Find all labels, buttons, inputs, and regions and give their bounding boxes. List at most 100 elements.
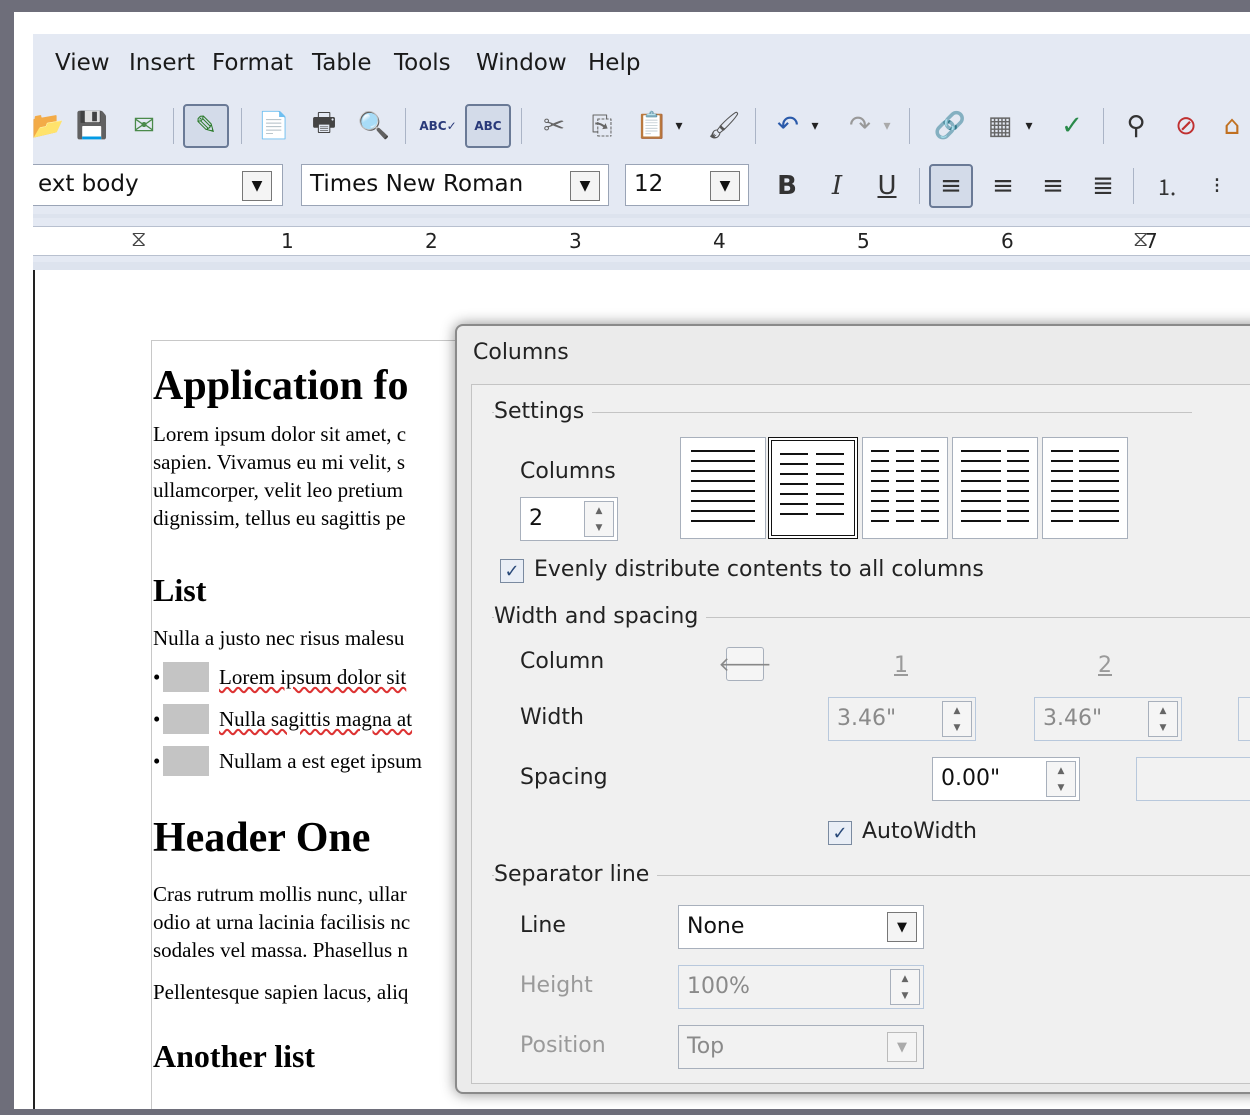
- layout-right-wide[interactable]: [1042, 437, 1128, 539]
- chevron-down-icon[interactable]: ▼: [887, 912, 917, 942]
- column-label: Column: [520, 649, 605, 674]
- spinner-arrows-icon[interactable]: ▲ ▼: [1148, 701, 1178, 737]
- layout-3-columns[interactable]: [862, 437, 948, 539]
- layout-1-column[interactable]: [680, 437, 766, 539]
- chevron-down-icon[interactable]: ▼: [710, 171, 740, 201]
- gallery-icon[interactable]: ⌂: [1209, 104, 1250, 148]
- spacing-label: Spacing: [520, 765, 608, 790]
- email-icon[interactable]: ✉: [121, 104, 167, 148]
- spacing-1-spinner[interactable]: 0.00" ▲ ▼: [932, 757, 1080, 801]
- menu-window[interactable]: Window: [476, 50, 567, 76]
- align-right-icon[interactable]: ≡: [1031, 164, 1075, 208]
- spacing-1-value: 0.00": [941, 766, 1001, 791]
- ruler-number: 6: [1001, 229, 1014, 253]
- save-icon[interactable]: 💾: [69, 104, 115, 148]
- redo-dropdown-icon[interactable]: ▾: [875, 104, 899, 148]
- doc-paragraph-line: sodales vel massa. Phasellus n: [153, 938, 408, 962]
- screenshot-frame: View Insert Format Table Tools Window He…: [14, 12, 1250, 1109]
- paragraph-style-value: ext body: [38, 171, 139, 197]
- numbering-icon[interactable]: ⒈: [1145, 164, 1189, 208]
- separator-group-label: Separator line: [494, 862, 658, 887]
- list-heading: List: [153, 572, 207, 608]
- width-spacing-group-label: Width and spacing: [494, 604, 707, 629]
- navigator-icon[interactable]: ⊘: [1163, 104, 1209, 148]
- line-style-dropdown[interactable]: None ▼: [678, 905, 924, 949]
- arrow-left-icon[interactable]: 🡐: [718, 647, 772, 681]
- open-icon[interactable]: 📂: [33, 104, 71, 148]
- ruler-number: 1: [281, 229, 294, 253]
- menu-format[interactable]: Format: [212, 50, 293, 76]
- layout-2-columns[interactable]: [768, 437, 858, 539]
- bold-icon[interactable]: B: [765, 164, 809, 208]
- chevron-down-icon[interactable]: ▼: [570, 171, 600, 201]
- spellcheck-icon[interactable]: ABC✓: [415, 104, 461, 148]
- autowidth-label: AutoWidth: [862, 819, 977, 844]
- another-list-heading: Another list: [153, 1038, 316, 1074]
- chevron-down-icon[interactable]: ▼: [242, 171, 272, 201]
- width-column-1-spinner[interactable]: 3.46" ▲ ▼: [828, 697, 976, 741]
- font-name-combo[interactable]: Times New Roman ▼: [301, 164, 609, 206]
- columns-count-value: 2: [529, 506, 543, 531]
- height-spinner[interactable]: 100% ▲ ▼: [678, 965, 924, 1009]
- print-preview-icon[interactable]: 🔍: [351, 104, 397, 148]
- formatting-toolbar: ext body ▼ Times New Roman ▼ 12 ▼ B I U …: [33, 156, 1250, 214]
- layout-left-wide[interactable]: [952, 437, 1038, 539]
- evenly-distribute-checkbox[interactable]: ✓: [500, 559, 524, 583]
- dialog-body: Settings Columns 2 ▲ ▼ ✓ Evenly distribu…: [471, 384, 1250, 1084]
- position-value: Top: [687, 1034, 725, 1059]
- width-label: Width: [520, 705, 584, 730]
- menu-insert[interactable]: Insert: [129, 50, 195, 76]
- edit-mode-icon[interactable]: ✎: [183, 104, 229, 148]
- bullets-icon[interactable]: ⁝: [1195, 164, 1239, 208]
- right-indent-marker-icon[interactable]: ⧖: [1133, 227, 1148, 252]
- spinner-arrows-icon[interactable]: ▲ ▼: [1046, 761, 1076, 797]
- doc-paragraph-line: sapien. Vivamus eu mi velit, s: [153, 450, 406, 474]
- paragraph-style-combo[interactable]: ext body ▼: [33, 164, 283, 206]
- left-indent-marker-icon[interactable]: ⧖: [131, 227, 146, 252]
- find-replace-icon[interactable]: ⚲: [1113, 104, 1159, 148]
- menu-view[interactable]: View: [55, 50, 110, 76]
- italic-icon[interactable]: I: [815, 164, 859, 208]
- table-dropdown-icon[interactable]: ▾: [1017, 104, 1041, 148]
- draw-functions-icon[interactable]: ✓: [1049, 104, 1095, 148]
- print-icon[interactable]: 🖶: [301, 104, 347, 148]
- align-left-icon[interactable]: ≡: [929, 164, 973, 208]
- paste-dropdown-icon[interactable]: ▾: [667, 104, 691, 148]
- line-label: Line: [520, 913, 566, 938]
- spinner-arrows-icon[interactable]: ▲ ▼: [584, 501, 614, 537]
- list-item: • Nullam a est eget ipsum: [153, 746, 422, 776]
- list-intro: Nulla a justo nec risus malesu: [153, 626, 405, 650]
- underline-icon[interactable]: U: [865, 164, 909, 208]
- autowidth-checkbox[interactable]: ✓: [828, 821, 852, 845]
- column-1-header: 1: [894, 653, 908, 678]
- width-column-3-spinner[interactable]: [1238, 697, 1250, 741]
- spacing-2-spinner[interactable]: [1136, 757, 1250, 801]
- width-column-2-spinner[interactable]: 3.46" ▲ ▼: [1034, 697, 1182, 741]
- export-pdf-icon[interactable]: 📄: [251, 104, 297, 148]
- settings-group-label: Settings: [494, 399, 593, 424]
- font-size-value: 12: [634, 171, 664, 197]
- height-label: Height: [520, 973, 593, 998]
- undo-dropdown-icon[interactable]: ▾: [803, 104, 827, 148]
- menu-table[interactable]: Table: [312, 50, 371, 76]
- font-size-combo[interactable]: 12 ▼: [625, 164, 749, 206]
- justify-icon[interactable]: ≣: [1081, 164, 1125, 208]
- font-name-value: Times New Roman: [310, 171, 524, 197]
- menu-help[interactable]: Help: [588, 50, 640, 76]
- position-dropdown[interactable]: Top ▼: [678, 1025, 924, 1069]
- autospellcheck-icon[interactable]: ABC: [465, 104, 511, 148]
- columns-count-spinner[interactable]: 2 ▲ ▼: [520, 497, 618, 541]
- spinner-arrows-icon[interactable]: ▲ ▼: [942, 701, 972, 737]
- chevron-down-icon[interactable]: ▼: [887, 1032, 917, 1062]
- spinner-arrows-icon[interactable]: ▲ ▼: [890, 969, 920, 1005]
- hyperlink-icon[interactable]: 🔗: [927, 104, 973, 148]
- doc-paragraph-line: Pellentesque sapien lacus, aliq: [153, 980, 409, 1004]
- cut-icon[interactable]: ✂: [531, 104, 577, 148]
- horizontal-ruler[interactable]: ⧖ 1 2 3 4 5 6 7 ⧖: [33, 218, 1250, 262]
- menu-tools[interactable]: Tools: [394, 50, 451, 76]
- ruler-track: ⧖ 1 2 3 4 5 6 7 ⧖: [33, 226, 1250, 256]
- clone-formatting-icon[interactable]: 🖌: [701, 104, 747, 148]
- copy-icon[interactable]: ⎘: [579, 104, 625, 148]
- ruler-number: 5: [857, 229, 870, 253]
- align-center-icon[interactable]: ≡: [981, 164, 1025, 208]
